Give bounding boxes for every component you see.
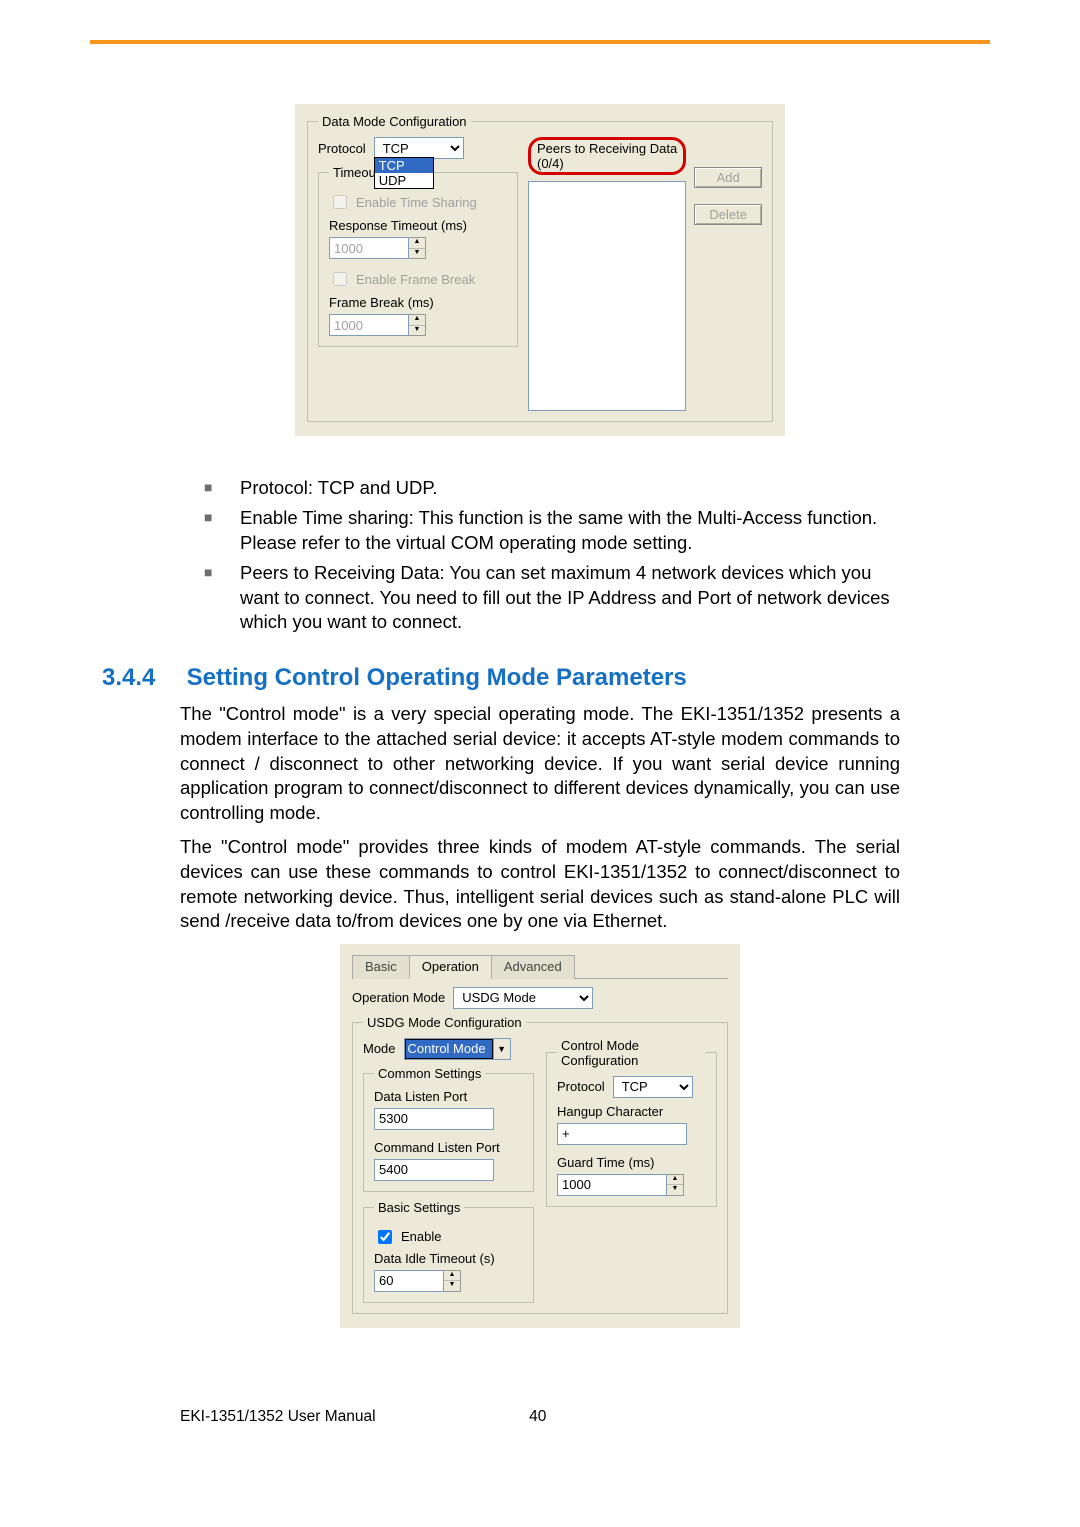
bullet-list: Protocol: TCP and UDP. Enable Time shari… (180, 476, 900, 634)
enable-label: Enable (401, 1229, 441, 1244)
add-button[interactable]: Add (694, 167, 762, 188)
spin-down-icon[interactable]: ▼ (667, 1185, 683, 1195)
idle-timeout-label: Data Idle Timeout (s) (374, 1251, 523, 1266)
guard-time-spinner[interactable]: ▲ ▼ (667, 1174, 684, 1196)
tab-advanced[interactable]: Advanced (491, 955, 575, 979)
enable-time-sharing-checkbox[interactable]: Enable Time Sharing (329, 192, 507, 212)
page-footer: EKI-1351/1352 User Manual 40 (0, 1368, 1080, 1426)
spin-up-icon[interactable]: ▲ (444, 1271, 460, 1282)
section-paragraph: The "Control mode" provides three kinds … (180, 835, 900, 933)
enable-frame-break-label: Enable Frame Break (356, 272, 475, 287)
response-timeout-input[interactable] (329, 237, 409, 259)
hangup-label: Hangup Character (557, 1104, 706, 1119)
spin-up-icon[interactable]: ▲ (409, 238, 425, 249)
protocol-option-udp[interactable]: UDP (375, 173, 433, 188)
enable-frame-break-checkbox[interactable]: Enable Frame Break (329, 269, 507, 289)
spin-up-icon[interactable]: ▲ (667, 1175, 683, 1186)
group-control-mode-config: Control Mode Configuration Protocol TCP … (546, 1038, 717, 1207)
enable-checkbox-input[interactable] (378, 1230, 392, 1244)
protocol-label: Protocol (318, 141, 366, 156)
enable-checkbox[interactable]: Enable (374, 1227, 523, 1247)
group-basic-settings: Basic Settings Enable Data Idle Timeout … (363, 1200, 534, 1303)
data-listen-label: Data Listen Port (374, 1089, 523, 1104)
protocol-select[interactable]: TCP (374, 137, 464, 159)
group-common-settings: Common Settings Data Listen Port Command… (363, 1066, 534, 1192)
protocol-option-tcp[interactable]: TCP (375, 158, 433, 173)
chevron-down-icon[interactable]: ▼ (493, 1039, 510, 1059)
ctrl-group-title: Control Mode Configuration (557, 1038, 706, 1068)
guard-time-label: Guard Time (ms) (557, 1155, 706, 1170)
mode-label: Mode (363, 1041, 396, 1056)
data-listen-input[interactable] (374, 1108, 494, 1130)
idle-timeout-input[interactable] (374, 1270, 444, 1292)
screenshot-control-mode: Basic Operation Advanced Operation Mode … (340, 944, 740, 1328)
tab-operation[interactable]: Operation (409, 955, 492, 979)
enable-frame-break-input[interactable] (333, 272, 347, 286)
section-number: 3.4.4 (102, 664, 180, 692)
footer-manual-title: EKI-1351/1352 User Manual (180, 1408, 376, 1426)
spin-up-icon[interactable]: ▲ (409, 315, 425, 326)
tab-bar: Basic Operation Advanced (352, 954, 728, 979)
cmd-listen-input[interactable] (374, 1159, 494, 1181)
screenshot-data-mode: Data Mode Configuration Protocol TCP TC (295, 104, 785, 436)
mode-select-value: Control Mode (405, 1039, 493, 1059)
header-rule (90, 40, 990, 44)
ctrl-protocol-select[interactable]: TCP (613, 1076, 693, 1098)
operation-mode-label: Operation Mode (352, 990, 445, 1005)
usdg-group-title: USDG Mode Configuration (363, 1015, 526, 1030)
bullet-item: Enable Time sharing: This function is th… (204, 506, 900, 555)
spin-down-icon[interactable]: ▼ (409, 326, 425, 336)
peers-listbox[interactable] (528, 181, 686, 411)
group-usdg-config: USDG Mode Configuration Mode Control Mod… (352, 1015, 728, 1314)
section-heading: 3.4.4 Setting Control Operating Mode Par… (102, 664, 900, 692)
hangup-input[interactable] (557, 1123, 687, 1145)
section-title: Setting Control Operating Mode Parameter… (187, 664, 687, 691)
enable-time-sharing-label: Enable Time Sharing (356, 195, 477, 210)
operation-mode-select[interactable]: USDG Mode (453, 987, 593, 1009)
cmd-listen-label: Command Listen Port (374, 1140, 523, 1155)
group-timeout-settings: Timeout Settings Enable Time Sharing Res… (318, 165, 518, 347)
basic-group-title: Basic Settings (374, 1200, 464, 1215)
response-timeout-label: Response Timeout (ms) (329, 218, 507, 233)
frame-break-spinner[interactable]: ▲ ▼ (409, 314, 426, 336)
peers-highlight-annotation: Peers to Receiving Data (0/4) (528, 137, 686, 175)
delete-button[interactable]: Delete (694, 204, 762, 225)
group-data-mode-config: Data Mode Configuration Protocol TCP TC (307, 114, 773, 422)
spin-down-icon[interactable]: ▼ (444, 1281, 460, 1291)
frame-break-label: Frame Break (ms) (329, 295, 507, 310)
protocol-dropdown-list[interactable]: TCP UDP (374, 157, 434, 189)
bullet-item: Protocol: TCP and UDP. (204, 476, 900, 500)
bullet-item: Peers to Receiving Data: You can set max… (204, 561, 900, 634)
response-timeout-spinner[interactable]: ▲ ▼ (409, 237, 426, 259)
footer-page-number: 40 (518, 1408, 558, 1426)
idle-timeout-spinner[interactable]: ▲ ▼ (444, 1270, 461, 1292)
spin-down-icon[interactable]: ▼ (409, 249, 425, 259)
ctrl-protocol-label: Protocol (557, 1079, 605, 1094)
frame-break-input[interactable] (329, 314, 409, 336)
common-group-title: Common Settings (374, 1066, 485, 1081)
tab-basic[interactable]: Basic (352, 955, 410, 979)
group-title: Data Mode Configuration (318, 114, 471, 129)
footer-spacer (700, 1408, 900, 1426)
section-paragraph: The "Control mode" is a very special ope… (180, 702, 900, 825)
enable-time-sharing-input[interactable] (333, 195, 347, 209)
guard-time-input[interactable] (557, 1174, 667, 1196)
mode-select[interactable]: Control Mode ▼ (404, 1038, 511, 1060)
peers-title: Peers to Receiving Data (0/4) (537, 141, 677, 171)
